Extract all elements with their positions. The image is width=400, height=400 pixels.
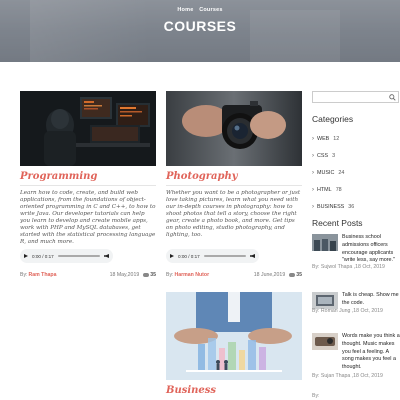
course-meta: By: Ram Thapa 18 May,2019 35 xyxy=(20,272,156,278)
course-title[interactable]: Photography xyxy=(166,171,302,184)
page-header: Home Courses COURSES xyxy=(0,0,400,62)
play-icon[interactable] xyxy=(24,254,28,258)
audio-progress[interactable] xyxy=(203,255,246,257)
chevron-right-icon: › xyxy=(312,186,314,193)
category-item-html[interactable]: › HTML 78 xyxy=(312,181,392,198)
breadcrumb-home[interactable]: Home xyxy=(177,7,193,13)
recent-post-meta: By: Roman Jung ,18 Oct, 2019 xyxy=(312,308,383,314)
play-icon[interactable] xyxy=(170,254,174,258)
recent-post-item[interactable]: Business school admissions officers enco… xyxy=(312,234,400,274)
post-date: 18 June,2019 xyxy=(253,272,286,278)
breadcrumb: Home Courses xyxy=(0,7,400,13)
search-icon[interactable] xyxy=(389,94,396,101)
audio-player[interactable]: 0:00 / 0:17 xyxy=(166,249,259,263)
chevron-right-icon: › xyxy=(312,203,314,210)
course-title[interactable]: Programming xyxy=(20,171,156,184)
audio-player[interactable]: 0:00 / 0:17 xyxy=(20,249,113,263)
recent-post-title[interactable]: Words make you think a thought. Music ma… xyxy=(342,333,400,372)
author-link[interactable]: Ram Thapa xyxy=(29,272,57,278)
search-input[interactable] xyxy=(312,91,399,103)
recent-post-title[interactable]: Business school admissions officers enco… xyxy=(342,234,400,265)
recent-posts-heading: Recent Posts xyxy=(312,218,363,228)
course-card-business: Business xyxy=(166,292,302,398)
category-item-music[interactable]: › MUSIC 24 xyxy=(312,164,392,181)
recent-post-thumbnail[interactable] xyxy=(312,234,338,251)
recent-post-item[interactable]: Talk is cheap. Show me the code. By: Rom… xyxy=(312,292,400,326)
hacker-at-desk-image xyxy=(20,91,156,166)
business-city-hologram-image xyxy=(166,292,302,380)
course-card-photography: Photography Whether you want to be a pho… xyxy=(166,91,302,279)
course-image[interactable] xyxy=(20,91,156,166)
comment-icon xyxy=(143,273,150,277)
course-description: Learn how to code, create, and build web… xyxy=(20,190,156,245)
volume-icon[interactable] xyxy=(104,254,109,258)
recent-post-meta: By: Sujwol Thapa ,18 Oct, 2019 xyxy=(312,264,385,270)
volume-icon[interactable] xyxy=(250,254,255,258)
comment-icon xyxy=(289,273,296,277)
chevron-right-icon: › xyxy=(312,169,314,176)
author-link[interactable]: Harman Nutor xyxy=(175,272,210,278)
post-date: 18 May,2019 xyxy=(109,272,140,278)
page-title: COURSES xyxy=(163,18,237,34)
recent-post-thumbnail[interactable] xyxy=(312,292,338,309)
chevron-right-icon: › xyxy=(312,152,314,159)
course-card-programming: Programming Learn how to code, create, a… xyxy=(20,91,156,279)
recent-post-title[interactable]: Talk is cheap. Show me the code. xyxy=(342,292,400,308)
course-image[interactable] xyxy=(166,91,302,166)
recent-post-meta: By: Sujan Thapa ,18 Oct, 2019 xyxy=(312,373,383,379)
comment-count[interactable]: 35 xyxy=(150,272,156,278)
comment-count[interactable]: 35 xyxy=(296,272,302,278)
recent-post-thumbnail[interactable] xyxy=(312,333,338,350)
audio-time: 0:00 / 0:17 xyxy=(32,253,54,259)
recent-post-meta-partial: By: xyxy=(312,393,320,399)
course-meta: By: Harman Nutor 18 June,2019 35 xyxy=(166,272,302,278)
course-title[interactable]: Business xyxy=(166,385,302,398)
breadcrumb-current: Courses xyxy=(199,7,223,13)
category-item-css[interactable]: › CSS 3 xyxy=(312,147,392,164)
category-item-web[interactable]: › WEB 12 xyxy=(312,130,392,147)
course-description: Whether you want to be a photographer or… xyxy=(166,190,301,238)
recent-post-item[interactable]: Words make you think a thought. Music ma… xyxy=(312,333,400,383)
audio-time: 0:00 / 0:17 xyxy=(178,253,200,259)
category-list: › WEB 12 › CSS 3 › MUSIC 24 › HTML 78 › … xyxy=(312,130,392,215)
audio-progress[interactable] xyxy=(57,255,100,257)
category-item-business[interactable]: › BUSINESS 36 xyxy=(312,198,392,215)
chevron-right-icon: › xyxy=(312,135,314,142)
categories-heading: Categories xyxy=(312,114,354,124)
camera-in-hands-image xyxy=(166,91,302,166)
course-image[interactable] xyxy=(166,292,302,380)
